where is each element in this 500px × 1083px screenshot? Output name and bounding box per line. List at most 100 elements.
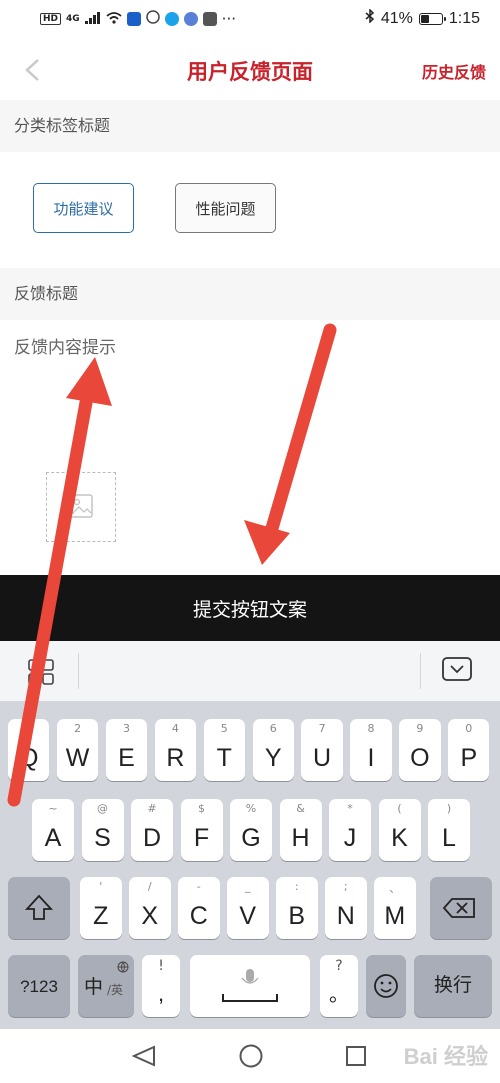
category-heading: 分类标签标题	[0, 100, 500, 152]
key-secondary-char: -	[196, 880, 201, 893]
key-secondary-char: 3	[122, 722, 130, 735]
lang-chinese: 中	[84, 976, 104, 998]
numbers-key[interactable]: ?123	[8, 955, 70, 1017]
emoji-key[interactable]	[366, 955, 406, 1017]
key-v[interactable]: _ V	[227, 877, 269, 939]
comma-key[interactable]: ! ,	[142, 955, 180, 1017]
key-primary-char: S	[94, 824, 111, 852]
home-nav-icon[interactable]	[238, 1043, 264, 1073]
key-j[interactable]: * J	[329, 799, 371, 861]
key-primary-char: N	[336, 902, 355, 930]
submit-button[interactable]: 提交按钮文案	[0, 575, 500, 641]
key-primary-char: J	[343, 824, 357, 852]
key-primary-char: W	[65, 744, 90, 772]
toolbar-divider	[420, 653, 421, 689]
key-primary-char: K	[391, 824, 408, 852]
key-s[interactable]: @ S	[81, 799, 124, 861]
key-secondary-char: ;	[343, 880, 348, 893]
emoji-icon	[374, 974, 398, 998]
key-h[interactable]: & H	[279, 799, 322, 861]
key-r[interactable]: 4R	[154, 719, 197, 781]
key-secondary-char: 6	[269, 722, 277, 735]
key-primary-char: L	[442, 824, 456, 852]
image-icon	[69, 494, 93, 518]
key-c[interactable]: -C	[178, 877, 220, 939]
key-primary-char: E	[118, 744, 135, 772]
key-primary-char: D	[142, 824, 162, 852]
key-a[interactable]: ~ A	[32, 799, 74, 861]
key-m[interactable]: 、 M	[374, 877, 416, 939]
recents-nav-icon[interactable]	[345, 1045, 367, 1071]
globe-icon	[117, 958, 129, 977]
key-l[interactable]: ) L	[428, 799, 470, 861]
key-primary-char: A	[44, 824, 62, 852]
image-upload-button[interactable]	[46, 472, 116, 542]
key-secondary-char: &	[296, 802, 305, 815]
hide-keyboard-icon[interactable]	[442, 657, 472, 683]
space-key[interactable]	[190, 955, 310, 1017]
key-i[interactable]: 8I	[350, 719, 392, 781]
key-b[interactable]: :B	[276, 877, 318, 939]
key-g[interactable]: % G	[230, 799, 272, 861]
key-p[interactable]: 0P	[448, 719, 490, 781]
microphone-icon	[222, 969, 278, 1002]
status-left: HD 4G ···	[40, 10, 236, 28]
key-x[interactable]: / X	[129, 877, 171, 939]
key-y[interactable]: 6Y	[252, 719, 294, 781]
key-z[interactable]: ' Z	[80, 877, 122, 939]
key-w[interactable]: 2W	[56, 719, 99, 781]
key-n[interactable]: ; N	[325, 877, 367, 939]
back-nav-icon[interactable]	[131, 1045, 157, 1071]
key-primary-char: F	[193, 824, 210, 852]
key-primary-char: H	[291, 824, 310, 852]
key-secondary-char: 1	[25, 722, 33, 735]
key-f[interactable]: $ F	[180, 799, 223, 861]
app-header: 用户反馈页面 历史反馈	[0, 38, 500, 100]
shift-icon	[24, 894, 54, 920]
keyboard-menu-icon[interactable]	[28, 659, 54, 685]
key-k[interactable]: (K	[378, 799, 421, 861]
key-t[interactable]: 5T	[203, 719, 245, 781]
key-primary-char: R	[166, 744, 185, 772]
shift-key[interactable]	[8, 877, 70, 939]
key-primary-char: U	[313, 744, 332, 772]
clock: 1:15	[448, 9, 480, 27]
mail-app-icon	[202, 12, 217, 26]
feedback-content-input[interactable]: 反馈内容提示	[14, 333, 116, 358]
network-type: 4G	[66, 14, 80, 24]
key-primary-char: T	[216, 744, 232, 772]
key-o[interactable]: 9O	[399, 719, 441, 781]
key-primary-char: I	[367, 744, 375, 772]
key-secondary-char: 8	[367, 722, 375, 735]
key-primary-char: B	[288, 902, 306, 930]
history-feedback-link[interactable]: 历史反馈	[422, 59, 486, 83]
key-secondary-char: 0	[465, 722, 473, 735]
key-u[interactable]: 7U	[301, 719, 343, 781]
key-secondary-char: (	[397, 802, 402, 815]
key-primary-char: C	[189, 902, 208, 930]
status-right: 41% 1:15	[365, 8, 480, 28]
key-primary-char: P	[460, 744, 478, 772]
more-notifications: ···	[221, 10, 236, 28]
key-q[interactable]: 1Q	[8, 719, 50, 781]
key-secondary-char: _	[245, 880, 251, 893]
key-primary-char: Z	[93, 902, 109, 930]
key-e[interactable]: 3E	[105, 719, 148, 781]
key-d[interactable]: # D	[131, 799, 173, 861]
tag-feature-suggestion[interactable]: 功能建议	[33, 183, 134, 233]
toolbar-divider	[78, 653, 79, 689]
keyboard-toolbar	[0, 641, 500, 702]
backspace-key[interactable]	[430, 877, 492, 939]
key-secondary-char: 5	[220, 722, 228, 735]
period-key[interactable]: ? 。	[320, 955, 358, 1017]
battery-icon	[418, 12, 446, 25]
lang-english: /英	[107, 983, 124, 997]
arrow-down-icon	[244, 323, 337, 565]
tag-performance-issue[interactable]: 性能问题	[175, 183, 276, 233]
key-primary-char: V	[239, 902, 257, 930]
key-primary-char: M	[384, 902, 406, 930]
enter-key[interactable]: 换行	[414, 955, 492, 1017]
feedback-title-field[interactable]: 反馈标题	[0, 268, 500, 320]
language-switch-key[interactable]: 中 /英	[78, 955, 134, 1017]
key-secondary-char: ~	[48, 802, 58, 815]
